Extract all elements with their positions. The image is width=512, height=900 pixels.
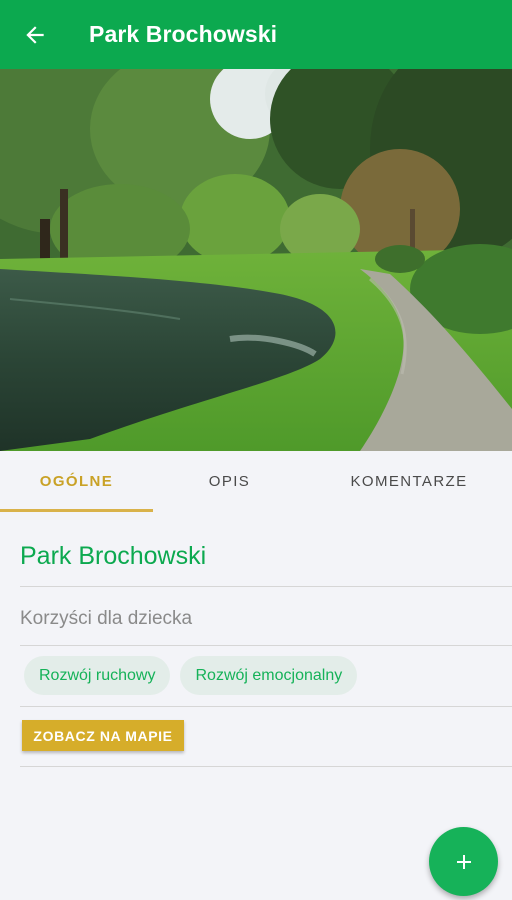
add-button[interactable]	[429, 827, 498, 896]
divider	[20, 766, 512, 767]
tab-general[interactable]: OGÓLNE	[0, 451, 153, 512]
arrow-left-icon	[25, 25, 44, 44]
app-bar-title: Park Brochowski	[89, 21, 278, 47]
divider	[20, 645, 512, 646]
tab-bar: OGÓLNE OPIS KOMENTARZE	[0, 451, 512, 512]
see-on-map-button[interactable]: ZOBACZ NA MAPIE	[22, 720, 184, 751]
back-button[interactable]	[0, 0, 69, 69]
plus-icon	[456, 854, 471, 869]
divider	[20, 586, 512, 587]
tab-comments[interactable]: KOMENTARZE	[306, 451, 512, 512]
place-title: Park Brochowski	[20, 542, 207, 570]
benefit-chip[interactable]: Rozwój emocjonalny	[180, 656, 358, 695]
tab-description[interactable]: OPIS	[153, 451, 306, 512]
park-photo	[0, 69, 512, 451]
benefit-chip[interactable]: Rozwój ruchowy	[24, 656, 171, 695]
benefits-label: Korzyści dla dziecka	[20, 608, 193, 629]
app-bar: Park Brochowski	[0, 0, 512, 69]
benefit-chips: Rozwój ruchowy Rozwój emocjonalny	[24, 656, 358, 695]
divider	[20, 706, 512, 707]
